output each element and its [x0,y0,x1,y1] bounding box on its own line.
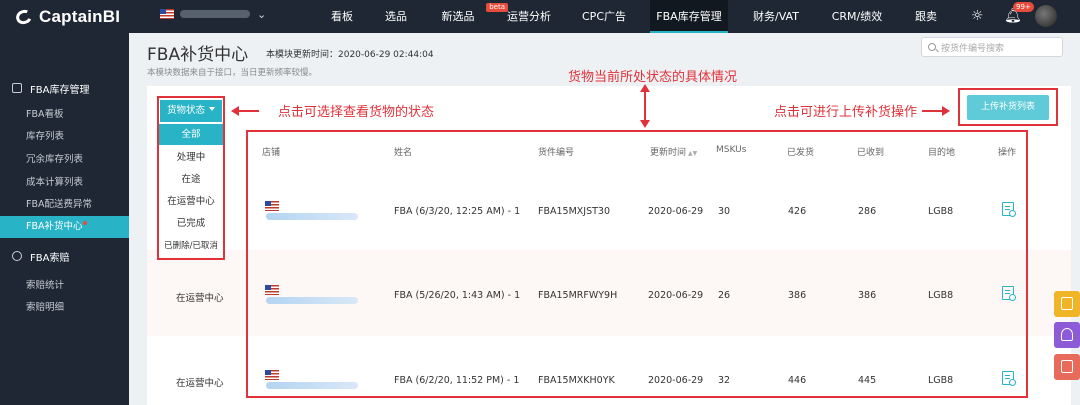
warehouse-icon [12,83,22,93]
headset-icon [1061,328,1073,341]
page-title: FBA补货中心 [147,45,249,65]
annotation-box-upload [958,88,1058,126]
sidebar: FBA库存管理 FBA看板 库存列表 冗余库存列表 成本计算列表 FBA配送费异… [0,33,129,405]
nav-finance-vat[interactable]: 财务/VAT [744,0,808,33]
sidebar-item-fba-dashboard[interactable]: FBA看板 [0,104,129,126]
update-time: 本模块更新时间：2020-06-29 02:44:04 [266,50,434,60]
annotation-upload-hint: 点击可进行上传补货操作 [774,105,918,120]
sidebar-group-label: FBA库存管理 [30,84,90,96]
annotation-table-hint: 货物当前所处状态的具体情况 [568,70,738,85]
nav-crm[interactable]: CRM/绩效 [824,0,890,33]
nav-cpc-ads[interactable]: CPC广告 [574,0,634,33]
shipment-status: 在运营中心 [176,293,224,304]
sidebar-item-label: FBA补货中心 [26,221,83,232]
data-source-note: 本模块数据来自于接口，当日更新频率较慢。 [147,68,318,78]
sidebar-group-fba-claims[interactable]: FBA索赔 [0,241,129,271]
sidebar-item-claim-stats[interactable]: 索赔统计 [0,275,129,297]
sidebar-item-replenishment-center[interactable]: FBA补货中心 [0,216,129,238]
bookmark-icon [1061,297,1073,310]
sidebar-item-inventory-list[interactable]: 库存列表 [0,126,129,148]
notification-badge: 99+ [1013,2,1034,12]
chevron-down-icon[interactable]: ⌄ [257,8,266,21]
annotation-box-table [246,130,1028,398]
nav-follow-sell[interactable]: 跟卖 [906,0,946,33]
nav-dashboard[interactable]: 看板 [318,0,366,33]
nav-new-product-selection[interactable]: 新选品 beta [430,0,508,33]
avatar[interactable] [1035,5,1057,27]
search-input[interactable]: 按货件编号搜索 [921,37,1063,57]
search-placeholder: 按货件编号搜索 [941,43,1005,54]
annotation-box-status [157,96,225,260]
new-dot-icon [83,221,88,225]
nav-new-product-label: 新选品 [441,10,475,23]
annotation-arrow [231,106,259,116]
sidebar-item-cost-calculation[interactable]: 成本计算列表 [0,172,129,194]
store-name-redacted [180,10,250,18]
nav-operations-analysis[interactable]: 运营分析 [500,0,558,33]
sidebar-item-fee-exception[interactable]: FBA配送费异常 [0,194,129,216]
sidebar-group-label: FBA索赔 [30,252,70,264]
gift-float-button[interactable] [1054,354,1080,380]
annotation-arrow [640,84,650,128]
logo[interactable]: CaptainBI [14,7,120,27]
store-selector[interactable] [160,9,250,19]
annotation-arrow [922,106,950,116]
nav-fba-inventory[interactable]: FBA库存管理 [650,0,728,33]
support-float-button[interactable] [1054,322,1080,348]
bookmark-float-button[interactable] [1054,291,1080,317]
nav-product-selection[interactable]: 选品 [372,0,420,33]
logo-text: CaptainBI [39,7,121,26]
sidebar-item-claim-details[interactable]: 索赔明细 [0,297,129,319]
shipment-status: 在运营中心 [176,378,224,389]
gift-icon [1061,360,1073,373]
annotation-status-hint: 点击可选择查看货物的状态 [278,105,435,120]
captain-logo-icon [14,7,34,27]
top-navigation: CaptainBI ⌄ 看板 选品 新选品 beta 运营分析 CPC广告 FB… [0,0,1080,33]
sidebar-item-excess-inventory[interactable]: 冗余库存列表 [0,149,129,171]
sidebar-group-fba-inventory[interactable]: FBA库存管理 [0,73,129,103]
settings-icon[interactable]: ☼ [971,8,984,24]
search-icon [928,43,936,51]
us-flag-icon [160,9,174,19]
claim-icon [12,251,22,261]
